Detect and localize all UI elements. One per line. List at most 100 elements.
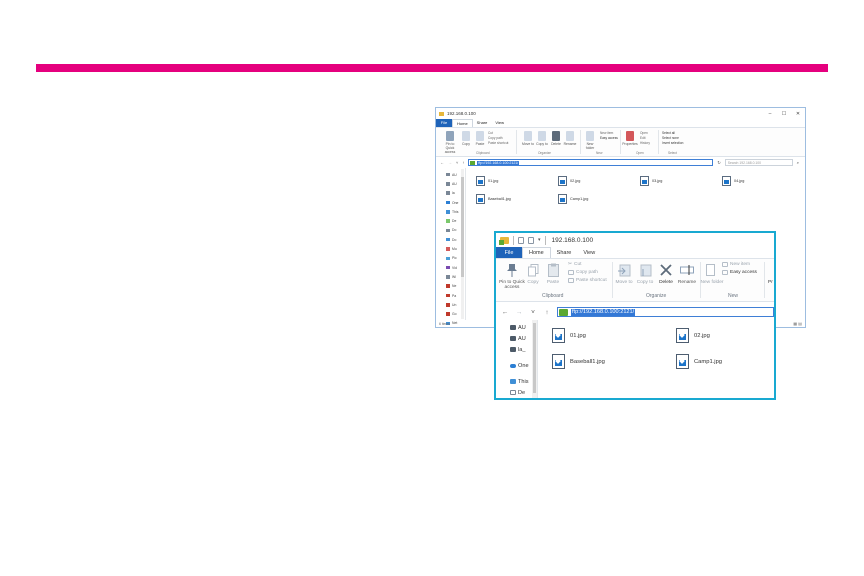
close-button[interactable]: ✕	[791, 111, 805, 117]
paste-icon	[476, 131, 484, 141]
new-folder-button[interactable]: New folder	[582, 142, 598, 151]
select-none-button[interactable]: Select none	[662, 136, 679, 140]
group-clipboard: Clipboard	[542, 293, 564, 299]
nav-item[interactable]: AU	[496, 333, 537, 344]
search-input[interactable]: Search 192.168.0.100	[724, 159, 793, 166]
pin-button[interactable]: Pin to Quick access	[442, 142, 458, 154]
tab-home[interactable]: Home	[522, 247, 551, 258]
file-item[interactable]: 04.jpg	[722, 176, 744, 186]
drive-icon	[510, 336, 516, 341]
title-bar: ▾ 192.168.0.100	[496, 233, 774, 247]
new-folder-button[interactable]: New folder	[700, 262, 724, 285]
nav-item[interactable]: De	[496, 387, 537, 398]
properties-button[interactable]: Properties	[622, 142, 638, 147]
nav-item[interactable]: la_	[496, 344, 537, 355]
easy-access-button[interactable]: Easy access	[600, 136, 618, 140]
address-bar[interactable]: ftp://192.168.0.100:2121/	[468, 159, 714, 166]
address-row: ← → ˅ ↑ ftp://192.168.0.100:2121/ ↻ Sear…	[436, 158, 805, 167]
rename-button[interactable]: Rename	[562, 142, 578, 147]
new-item-button[interactable]: New item	[722, 262, 750, 267]
new-folder-icon	[586, 131, 594, 141]
back-icon[interactable]: ←	[440, 160, 444, 165]
image-file-icon	[676, 354, 689, 369]
recent-locations-icon[interactable]: ˅	[529, 309, 537, 316]
navigation-pane: AU AU la One This De Do Do Mu Pic Vid Wi…	[436, 168, 466, 325]
rename-button[interactable]: Rename	[674, 262, 700, 285]
ribbon: Pin to Quick access Copy Paste Cut Copy …	[436, 127, 805, 157]
easy-access-icon	[722, 270, 728, 275]
move-to-icon	[524, 131, 532, 141]
easy-access-button[interactable]: Easy access	[722, 270, 757, 275]
scissors-icon: ✂	[568, 262, 573, 267]
tab-home[interactable]: Home	[452, 119, 473, 127]
address-text[interactable]: ftp://192.168.0.100:2121/	[477, 160, 520, 165]
select-all-button[interactable]: Select all	[662, 131, 675, 135]
file-item[interactable]: Camp1.jpg	[676, 354, 722, 369]
ftp-icon	[470, 160, 476, 165]
file-item[interactable]: Baseball1.jpg	[552, 354, 605, 369]
image-file-icon	[558, 176, 567, 186]
copy-path-button[interactable]: Copy path	[568, 270, 598, 275]
address-bar[interactable]: ftp://192.168.0.100:2121/	[557, 307, 774, 317]
view-toggle-icons[interactable]: ▦ ▤	[793, 321, 802, 326]
forward-icon[interactable]: →	[515, 309, 523, 316]
maximize-button[interactable]: ☐	[777, 111, 791, 117]
recent-icon[interactable]: ˅	[456, 160, 458, 165]
history-button[interactable]: History	[640, 141, 650, 145]
title-bar: 192.168.0.100 – ☐ ✕	[436, 108, 805, 119]
copy-button[interactable]: Copy	[522, 262, 544, 285]
tab-view[interactable]: View	[491, 119, 508, 127]
pin-icon	[505, 262, 519, 278]
refresh-icon[interactable]: ↻	[717, 160, 720, 165]
properties-quick-icon[interactable]	[518, 236, 524, 244]
tab-share[interactable]: Share	[551, 247, 578, 258]
minimize-button[interactable]: –	[763, 111, 777, 117]
file-item[interactable]: 02.jpg	[676, 328, 710, 343]
nav-scrollbar[interactable]	[532, 320, 537, 398]
file-item[interactable]: 01.jpg	[476, 176, 498, 186]
up-icon[interactable]: ↑	[543, 309, 551, 316]
new-item-button[interactable]: New item	[600, 131, 613, 135]
up-icon[interactable]: ↑	[462, 160, 464, 165]
paste-button[interactable]: Paste	[542, 262, 564, 285]
group-clipboard: Clipboard	[476, 151, 490, 155]
file-item[interactable]: Camp1.jpg	[558, 194, 588, 204]
properties-button[interactable]: Pr	[768, 280, 773, 285]
cut-button[interactable]: ✂ Cut	[568, 262, 582, 267]
forward-icon[interactable]: →	[448, 160, 452, 165]
ftp-icon	[559, 308, 568, 316]
computer-icon	[510, 379, 516, 384]
tab-share[interactable]: Share	[473, 119, 492, 127]
back-icon[interactable]: ←	[501, 309, 509, 316]
tab-file[interactable]: File	[496, 247, 522, 258]
explorer-window-zoom: ▾ 192.168.0.100 File Home Share View Pin…	[494, 231, 776, 400]
file-item[interactable]: Baseball1.jpg	[476, 194, 511, 204]
search-icon[interactable]: ⌕	[797, 160, 799, 165]
edit-button[interactable]: Edit	[640, 136, 646, 140]
invert-selection-button[interactable]: Invert selection	[662, 141, 683, 145]
image-file-icon	[552, 354, 565, 369]
folder-icon	[499, 236, 509, 245]
nav-item-onedrive[interactable]: One	[496, 360, 537, 371]
accent-bar	[36, 64, 828, 72]
new-folder-quick-icon[interactable]	[528, 236, 534, 244]
tab-view[interactable]: View	[577, 247, 601, 258]
cut-button[interactable]: Cut	[488, 131, 493, 135]
nav-scrollbar[interactable]	[461, 169, 464, 319]
file-item[interactable]: 01.jpg	[552, 328, 586, 343]
copy-path-button[interactable]: Copy path	[488, 136, 503, 140]
paste-shortcut-icon	[568, 278, 574, 283]
paste-button[interactable]: Paste	[472, 142, 488, 147]
paste-shortcut-button[interactable]: Paste shortcut	[488, 141, 508, 145]
chevron-down-icon[interactable]: ▾	[538, 237, 541, 243]
tab-file[interactable]: File	[436, 119, 452, 127]
open-button[interactable]: Open	[640, 131, 648, 135]
nav-item[interactable]: AU	[496, 322, 537, 333]
file-item[interactable]: 02.jpg	[558, 176, 580, 186]
image-file-icon	[640, 176, 649, 186]
address-text[interactable]: ftp://192.168.0.100:2121/	[571, 308, 636, 316]
nav-item-this-pc[interactable]: This	[496, 376, 537, 387]
paste-shortcut-button[interactable]: Paste shortcut	[568, 278, 607, 283]
group-open: Open	[636, 151, 644, 155]
file-item[interactable]: 03.jpg	[640, 176, 662, 186]
